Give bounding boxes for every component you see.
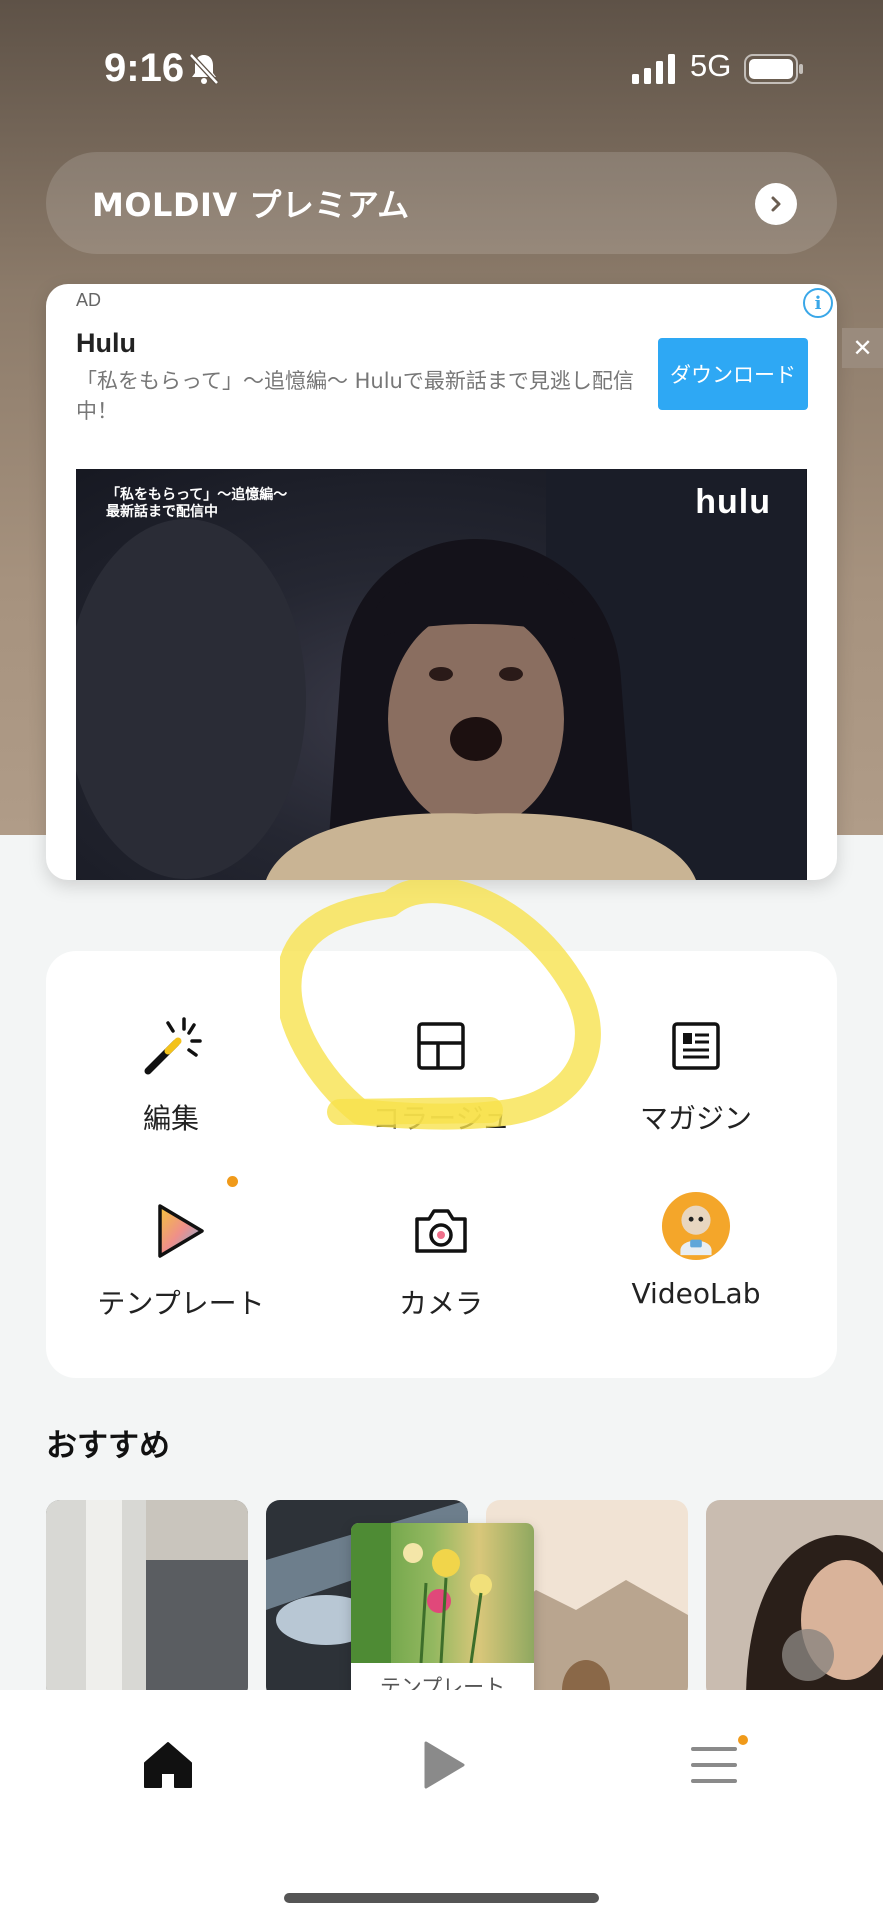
play-gradient-icon	[146, 1196, 216, 1266]
play-icon	[424, 1741, 465, 1789]
premium-label: MOLDIV プレミアム	[92, 186, 410, 224]
menu-label-edit: 編集	[142, 1102, 199, 1135]
tab-home[interactable]	[138, 1735, 198, 1795]
menu-label-collage: コラージュ	[372, 1102, 510, 1135]
chevron-right-icon	[755, 183, 797, 225]
ad-video-scene	[76, 469, 806, 880]
videolab-avatar-icon	[661, 1191, 731, 1261]
magic-wand-icon	[136, 1011, 206, 1081]
tab-bar	[0, 1690, 883, 1920]
tooltip-preview-image	[351, 1523, 534, 1664]
ad-card[interactable]: AD i Hulu 「私をもらって」〜追憶編〜 Huluで最新話まで見逃し配信中…	[46, 284, 837, 880]
collage-icon	[406, 1011, 476, 1081]
status-time: 9:16	[104, 46, 185, 90]
ad-title: Hulu	[76, 328, 136, 358]
ad-video-caption-line2: 最新話まで配信中	[106, 504, 218, 520]
hulu-logo: hulu	[695, 483, 771, 521]
menu-badge-dot	[738, 1735, 748, 1745]
signal-icon	[632, 54, 675, 84]
ad-video-caption: 「私をもらって」〜追憶編〜 最新話まで配信中	[106, 487, 287, 521]
template-tooltip[interactable]: テンプレート	[351, 1523, 534, 1707]
menu-item-template[interactable]: テンプレート	[56, 1196, 306, 1346]
rec-thumb-portrait[interactable]	[706, 1500, 883, 1690]
menu-label-magazine: マガジン	[639, 1102, 752, 1135]
network-type: 5G	[690, 48, 732, 83]
home-indicator[interactable]	[284, 1893, 599, 1903]
premium-banner[interactable]: MOLDIV プレミアム	[46, 152, 837, 254]
ad-tag: AD	[76, 290, 102, 310]
tab-menu[interactable]	[684, 1735, 744, 1795]
battery-icon	[744, 54, 803, 84]
camera-icon	[406, 1196, 476, 1266]
magazine-icon	[661, 1011, 731, 1081]
menu-item-camera[interactable]: カメラ	[316, 1196, 566, 1346]
menu-label-template: テンプレート	[97, 1287, 265, 1320]
menu-item-edit[interactable]: 編集	[46, 1011, 296, 1161]
ad-description: 「私をもらって」〜追憶編〜 Huluで最新話まで見逃し配信中！	[76, 369, 634, 423]
status-bar: 9:16 5G	[0, 0, 883, 140]
menu-label-videolab: VideoLab	[631, 1277, 761, 1310]
rec-thumb-street[interactable]	[46, 1500, 248, 1690]
home-icon	[144, 1742, 192, 1788]
menu-icon	[691, 1747, 737, 1783]
feature-menu: 編集 コラージュ マガジン テンプレート カメラ VideoLab	[46, 951, 837, 1378]
ad-video-caption-line1: 「私をもらって」〜追憶編〜	[106, 487, 288, 503]
info-icon[interactable]: i	[803, 288, 833, 318]
bell-slash-icon	[189, 53, 219, 85]
menu-item-collage[interactable]: コラージュ	[316, 1011, 566, 1161]
portrait-photo	[706, 1500, 883, 1690]
new-badge-dot	[227, 1176, 238, 1187]
menu-item-videolab[interactable]: VideoLab	[571, 1191, 821, 1341]
recommendations-title: おすすめ	[46, 1428, 170, 1464]
street-photo	[46, 1500, 248, 1690]
ad-close-button[interactable]: ✕	[842, 328, 883, 368]
menu-item-magazine[interactable]: マガジン	[571, 1011, 821, 1161]
ad-download-button[interactable]: ダウンロード	[658, 338, 808, 410]
ad-video[interactable]: 「私をもらって」〜追憶編〜 最新話まで配信中 hulu	[76, 469, 807, 880]
menu-label-camera: カメラ	[398, 1287, 483, 1320]
tab-template[interactable]	[414, 1735, 474, 1795]
